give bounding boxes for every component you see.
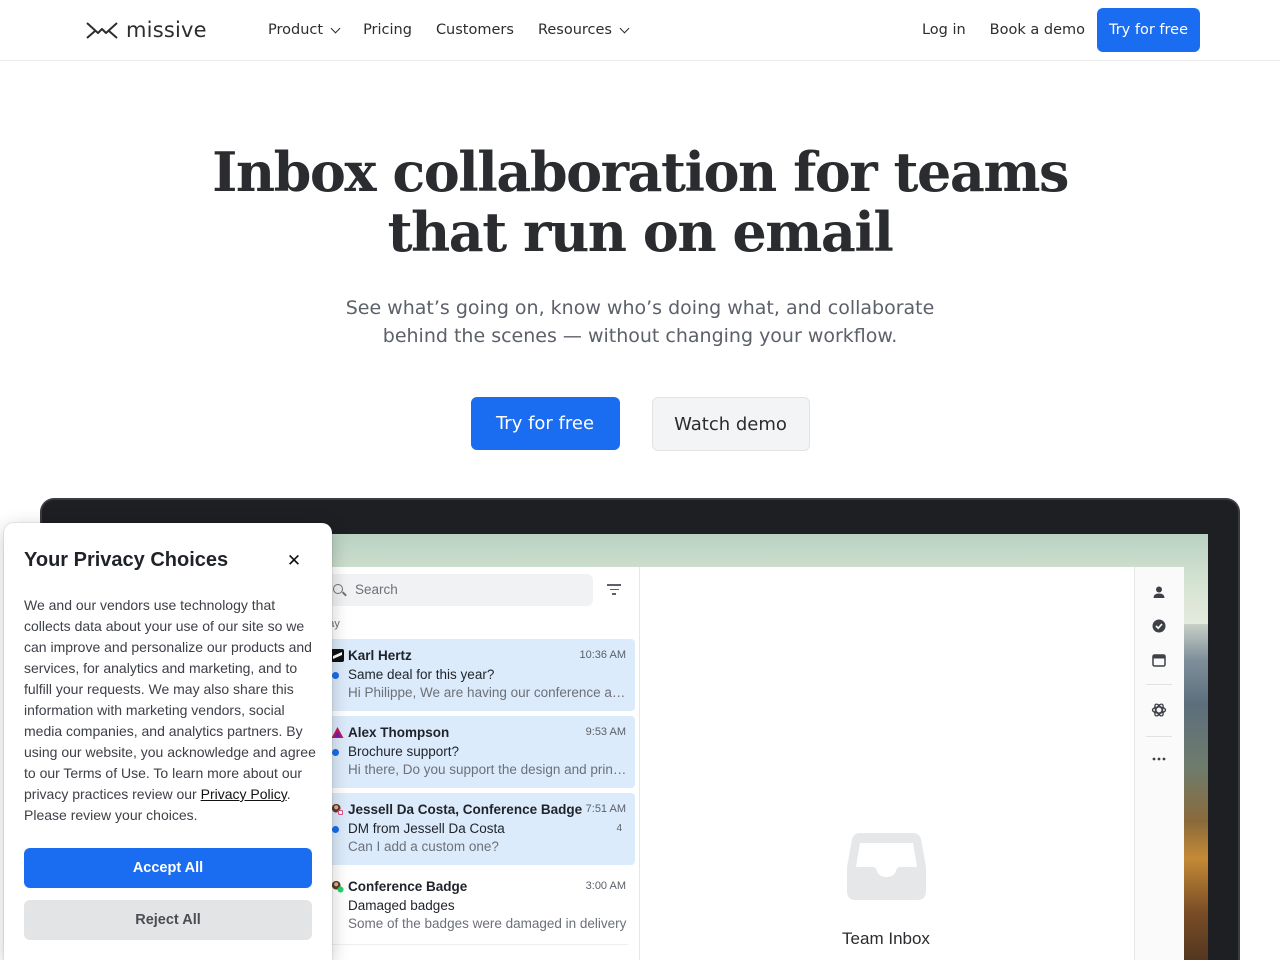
nav-customers-label: Customers [435,22,514,38]
missive-logo-icon [86,22,118,39]
hero-cta-row: Try for free Watch demo [0,397,1280,451]
conversation-time: 3:00 AM [585,880,626,892]
filter-icon[interactable] [607,584,621,596]
sidebar-separator [1146,684,1172,685]
hero-subtitle-line-2: behind the scenes — without changing you… [382,325,898,347]
conversation-subject: DM from Jessell Da Costa [348,821,505,836]
calendar-icon[interactable] [1151,652,1167,668]
list-divider [330,944,628,945]
nav-product-label: Product [268,22,324,38]
empty-state-label: Team Inbox [842,929,930,948]
hero-title: Inbox collaboration for teams that run o… [0,142,1280,262]
conversation-preview: Some of the badges were damaged in deliv… [348,916,627,931]
conversation-time: 10:36 AM [579,649,626,661]
conversation-item[interactable]: Alex Thompson 9:53 AM Brochure support? … [322,716,635,788]
ai-integration-icon[interactable] [1151,702,1167,718]
contact-icon[interactable] [1151,584,1167,600]
unread-dot [332,672,339,679]
conversation-preview: Hi Philippe, We are having our conferenc… [348,685,628,700]
nav-actions: Log in Book a demo Try for free [922,8,1200,52]
accept-all-button[interactable]: Accept All [24,848,312,888]
search-icon [333,584,343,594]
privacy-policy-link[interactable]: Privacy Policy [201,786,287,802]
privacy-body-text: We and our vendors use technology that c… [24,597,316,802]
close-icon[interactable]: ✕ [284,551,304,571]
sidebar-separator [1146,736,1172,737]
company-logo-icon [331,649,344,662]
missive-logo[interactable]: missive [86,17,207,43]
hero-title-line-2: that run on email [387,200,894,264]
conversation-item[interactable]: Karl Hertz 10:36 AM Same deal for this y… [322,639,635,711]
main-menu: Product Pricing Customers Resources [268,0,630,60]
conversation-item[interactable]: Jessell Da Costa, Conference Badge 7:51 … [322,793,635,865]
conversation-subject: Brochure support? [348,744,460,759]
privacy-dialog-title: Your Privacy Choices [24,549,229,571]
chevron-down-icon [330,23,341,33]
message-count-badge: 4 [616,823,622,834]
unread-dot [332,749,339,756]
nav-try-free-button[interactable]: Try for free [1096,8,1200,52]
hero-subtitle-line-1: See what’s going on, know who’s doing wh… [345,297,935,319]
conversation-subject: Damaged badges [348,898,455,913]
watch-demo-button[interactable]: Watch demo [651,397,810,451]
instagram-avatar-icon [331,803,344,816]
privacy-dialog-body: We and our vendors use technology that c… [24,595,316,826]
nav-resources[interactable]: Resources [537,22,630,38]
nav-resources-label: Resources [537,22,612,38]
privacy-choices-dialog: Your Privacy Choices ✕ We and our vendor… [4,523,332,960]
more-options-icon[interactable] [1151,751,1167,767]
hero-subtitle: See what’s going on, know who’s doing wh… [340,294,940,350]
hero-title-line-1: Inbox collaboration for teams [212,140,1069,204]
nav-pricing[interactable]: Pricing [363,22,412,38]
login-link[interactable]: Log in [922,22,966,38]
conversation-preview: Can I add a custom one? [348,839,499,854]
conversation-from: Jessell Da Costa, Conference Badge [348,802,583,817]
conversation-preview: Hi there, Do you support the design and … [348,762,628,777]
triangle-logo-icon [331,727,344,738]
conversation-from: Alex Thompson [348,725,450,740]
logo-text: missive [126,18,207,42]
whatsapp-avatar-icon [331,880,344,893]
conversation-time: 9:53 AM [585,726,626,738]
conversation-from: Karl Hertz [348,648,412,663]
chevron-down-icon [619,23,630,33]
unread-dot [332,826,339,833]
reject-all-button[interactable]: Reject All [24,900,312,940]
search-placeholder: Search [355,582,398,597]
nav-product[interactable]: Product [268,22,341,38]
book-demo-link[interactable]: Book a demo [990,22,1085,38]
tasks-check-icon[interactable] [1151,618,1167,634]
nav-customers[interactable]: Customers [436,22,514,38]
conversation-from: Conference Badge [348,879,468,894]
conversation-subject: Same deal for this year? [348,667,495,682]
conversation-time: 7:51 AM [585,803,626,815]
inbox-tray-icon [847,833,926,900]
top-navigation: missive Product Pricing Customers Resour… [0,0,1280,61]
nav-pricing-label: Pricing [363,22,412,38]
conversation-item[interactable]: Conference Badge 3:00 AM Damaged badges … [322,870,635,942]
hero-try-free-button[interactable]: Try for free [470,397,620,450]
